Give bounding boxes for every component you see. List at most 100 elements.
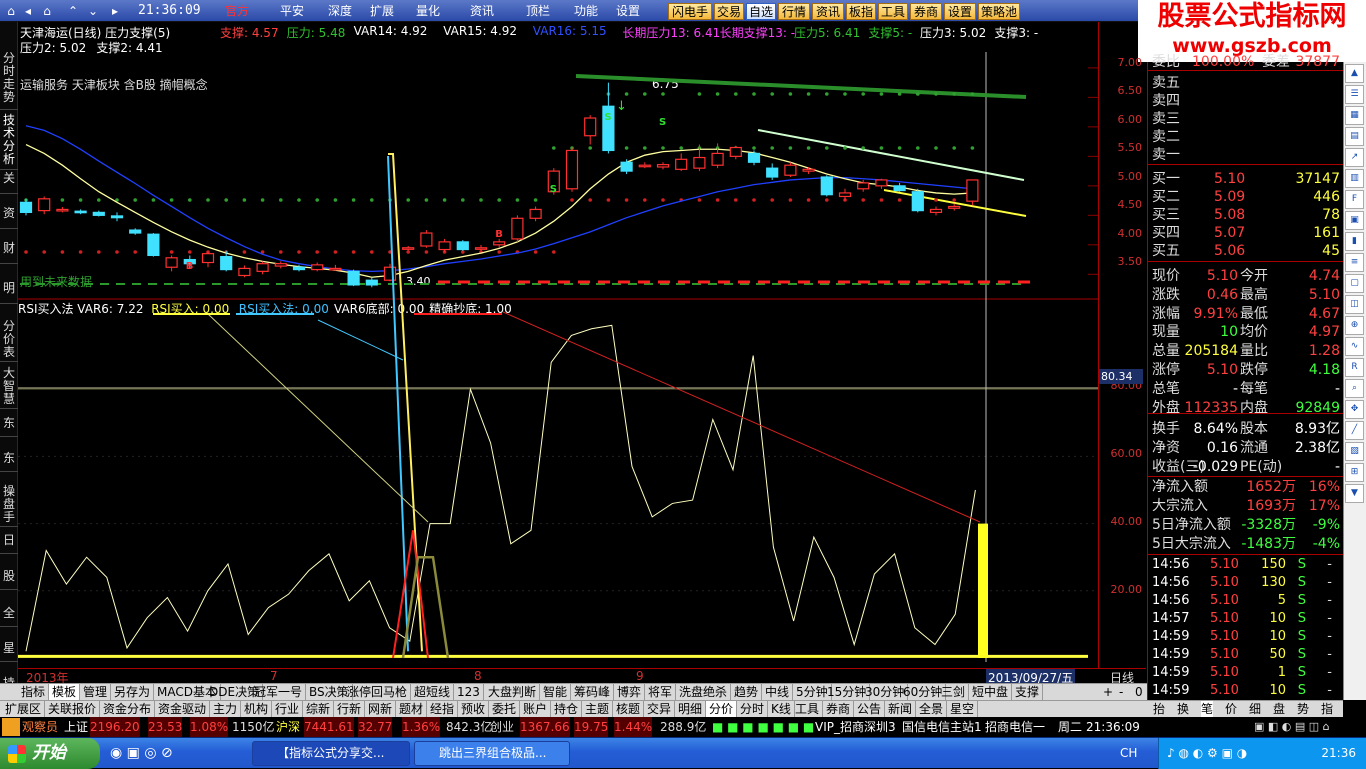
tab[interactable]: 持仓 bbox=[551, 701, 583, 717]
tab[interactable]: 主力 bbox=[210, 701, 242, 717]
watchlist-button[interactable]: 自选 bbox=[746, 3, 776, 20]
table-icon[interactable]: ▤ bbox=[1345, 127, 1364, 146]
menu-news[interactable]: 资讯 bbox=[468, 3, 496, 19]
line-icon[interactable]: ╱ bbox=[1345, 421, 1364, 440]
right-tab[interactable]: 盘 bbox=[1273, 701, 1285, 717]
tab[interactable]: 冠军一号 bbox=[251, 684, 307, 700]
info-button[interactable]: 资讯 bbox=[812, 3, 844, 20]
nav-quan[interactable]: 全 bbox=[0, 607, 18, 627]
doc-icon[interactable]: ▣ bbox=[1345, 211, 1364, 230]
kline-chart-area[interactable]: 天津海运(日线) 压力支撑(5) 支撑: 4.57 压力: 5.48 VAR14: … bbox=[18, 22, 1098, 668]
menu-extend[interactable]: 扩展 bbox=[368, 3, 396, 19]
tab[interactable]: 分价 bbox=[706, 701, 738, 717]
tab[interactable]: 资金驱动 bbox=[155, 701, 211, 717]
nav-guan[interactable]: 关 bbox=[0, 172, 18, 194]
tab[interactable]: 指标 bbox=[18, 684, 50, 700]
tab[interactable]: 公告 bbox=[854, 701, 886, 717]
tab[interactable]: 智能 bbox=[540, 684, 572, 700]
tab[interactable]: 洗盘绝杀 bbox=[676, 684, 732, 700]
tab-control[interactable]: + bbox=[1100, 684, 1116, 700]
home2-icon[interactable]: ⌂ bbox=[40, 3, 54, 19]
menu-pingan[interactable]: 平安 bbox=[278, 3, 306, 19]
tab[interactable]: 全景 bbox=[916, 701, 948, 717]
nav-zi[interactable]: 资 bbox=[0, 207, 18, 229]
tab[interactable]: 行新 bbox=[334, 701, 366, 717]
nav-dzh[interactable]: 大智慧 bbox=[0, 367, 18, 409]
window2-icon[interactable]: ◫ bbox=[1345, 295, 1364, 314]
tab[interactable]: 机构 bbox=[241, 701, 273, 717]
tab[interactable]: 扩展区 bbox=[2, 701, 46, 717]
right-tab[interactable]: 价 bbox=[1225, 701, 1237, 717]
tab[interactable]: 经指 bbox=[427, 701, 459, 717]
tab[interactable]: 关联报价 bbox=[45, 701, 101, 717]
scroll-up-icon[interactable]: ▲ bbox=[1345, 64, 1364, 83]
right-tab[interactable]: 势 bbox=[1297, 701, 1309, 717]
tab[interactable]: 星空 bbox=[947, 701, 979, 717]
tab[interactable]: 模板 bbox=[49, 684, 81, 700]
nav-technical[interactable]: 技术分析 bbox=[0, 114, 18, 170]
tab[interactable]: 主题 bbox=[582, 701, 614, 717]
index-button[interactable]: 板指 bbox=[846, 3, 876, 20]
user-role[interactable]: 观察员 bbox=[22, 717, 58, 737]
nav-price-table[interactable]: 分价表 bbox=[0, 320, 18, 362]
tab[interactable]: 预收 bbox=[458, 701, 490, 717]
list-icon[interactable]: ☰ bbox=[1345, 85, 1364, 104]
move-icon[interactable]: ✥ bbox=[1345, 400, 1364, 419]
tab[interactable]: 明细 bbox=[675, 701, 707, 717]
menu-depth[interactable]: 深度 bbox=[326, 3, 354, 19]
tab[interactable]: 综新 bbox=[303, 701, 335, 717]
bar-icon[interactable]: ▮ bbox=[1345, 232, 1364, 251]
tab[interactable]: 博弈 bbox=[614, 684, 646, 700]
telecom-main[interactable]: 国信电信主站1 bbox=[902, 717, 982, 737]
home-icon[interactable]: ⌂ bbox=[4, 3, 18, 19]
tab[interactable]: 趋势 bbox=[731, 684, 763, 700]
nav-trader[interactable]: 操盘手 bbox=[0, 485, 18, 527]
nav-ming[interactable]: 明 bbox=[0, 282, 18, 304]
taskbar-item[interactable]: 【指标公式分享交... bbox=[252, 741, 410, 766]
strategy-pool-button[interactable]: 策略池 bbox=[978, 3, 1020, 20]
tray-icons[interactable]: ♪ ◍ ◐ ⚙ ▣ ◑ bbox=[1167, 738, 1247, 769]
tab[interactable]: 管理 bbox=[80, 684, 112, 700]
tab[interactable]: 网新 bbox=[365, 701, 397, 717]
nav-dong1[interactable]: 东 bbox=[0, 417, 18, 437]
wave-icon[interactable]: ∿ bbox=[1345, 337, 1364, 356]
tab[interactable]: 新闻 bbox=[885, 701, 917, 717]
image-icon[interactable]: ▧ bbox=[1345, 442, 1364, 461]
tab[interactable]: 短中盘 bbox=[969, 684, 1013, 700]
up-icon[interactable]: ⌃ bbox=[66, 3, 80, 19]
official-link[interactable]: 官方 bbox=[222, 3, 252, 19]
tab[interactable]: 中线 bbox=[762, 684, 794, 700]
prev-icon[interactable]: ▸ bbox=[110, 3, 120, 19]
nav-ri[interactable]: 日 bbox=[0, 534, 18, 554]
zoom-icon[interactable]: ⊕ bbox=[1345, 316, 1364, 335]
input-lang[interactable]: CH bbox=[1120, 738, 1137, 769]
tab[interactable]: 大盘判断 bbox=[485, 684, 541, 700]
nav-dong2[interactable]: 东 bbox=[0, 452, 18, 472]
right-tab[interactable]: 值 bbox=[1345, 701, 1357, 717]
tab[interactable]: 券商 bbox=[823, 701, 855, 717]
grid-icon[interactable]: ▦ bbox=[1345, 106, 1364, 125]
chart-icon[interactable]: ↗ bbox=[1345, 148, 1364, 167]
tab[interactable]: 委托 bbox=[489, 701, 521, 717]
tab[interactable]: 核题 bbox=[613, 701, 645, 717]
right-tab[interactable]: 细 bbox=[1249, 701, 1261, 717]
tab[interactable]: 账户 bbox=[520, 701, 552, 717]
tools-button[interactable]: 工具 bbox=[878, 3, 908, 20]
tab-control[interactable]: - bbox=[1116, 684, 1126, 700]
tab[interactable]: 分时 bbox=[737, 701, 769, 717]
scroll-down-icon[interactable]: ▼ bbox=[1345, 484, 1364, 503]
nav-cai[interactable]: 财 bbox=[0, 242, 18, 264]
tab[interactable]: 123 bbox=[454, 684, 484, 700]
right-tab[interactable]: 笔 bbox=[1201, 701, 1214, 717]
tab[interactable]: 另存为 bbox=[111, 684, 155, 700]
tab[interactable]: K线 bbox=[768, 701, 795, 717]
tab[interactable]: 资金分布 bbox=[100, 701, 156, 717]
cy-name[interactable]: 创业 bbox=[490, 717, 514, 737]
quicklaunch-icons[interactable]: ◉ ▣ ◎ ⊘ bbox=[110, 745, 173, 761]
flash-trade-button[interactable]: 闪电手 bbox=[668, 3, 712, 20]
nav-xing[interactable]: 星 bbox=[0, 642, 18, 662]
back-icon[interactable]: ◂ bbox=[22, 3, 34, 19]
tab[interactable]: 支撑 bbox=[1012, 684, 1044, 700]
telecom-secondary[interactable]: 招商电信一 bbox=[985, 717, 1045, 737]
menu-function[interactable]: 功能 bbox=[572, 3, 600, 19]
